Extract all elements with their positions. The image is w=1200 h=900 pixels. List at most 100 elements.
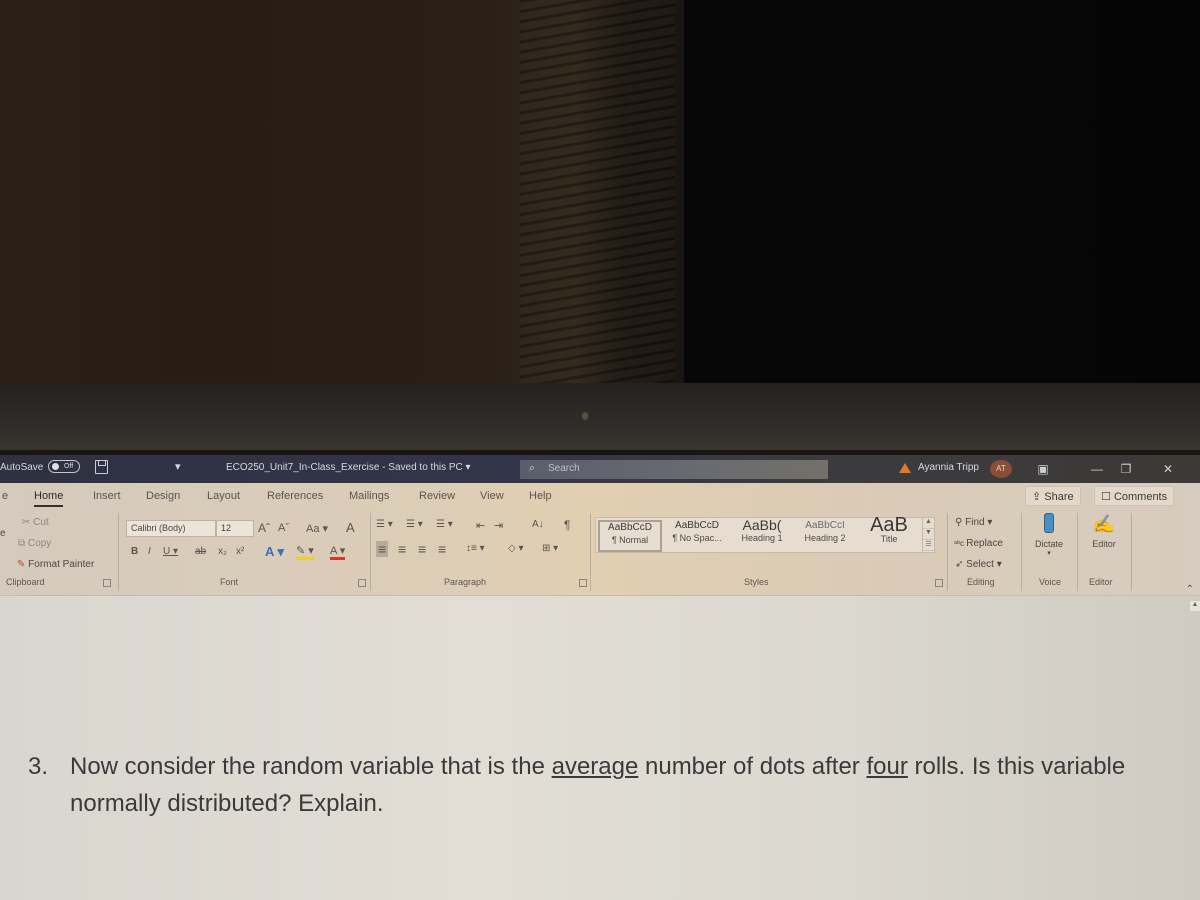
cursor-icon: ➶ (955, 559, 967, 570)
increase-indent-button[interactable]: ⇥ (494, 519, 503, 532)
clear-formatting-button[interactable]: A (346, 520, 355, 535)
superscript-button[interactable]: x² (236, 546, 244, 557)
divider (1077, 513, 1078, 591)
voice-group: Dictate ▾ Voice (1023, 511, 1077, 595)
clipboard-label: Clipboard (6, 577, 45, 587)
sort-button[interactable]: A↓ (532, 519, 544, 530)
tab-file[interactable]: e (2, 490, 8, 502)
text-effects-button[interactable]: A ▾ (265, 544, 284, 560)
shrink-font-button[interactable]: Aˇ (278, 522, 289, 534)
font-name-select[interactable]: Calibri (Body) (126, 520, 216, 537)
clipboard-launcher-icon[interactable] (103, 579, 111, 587)
multilevel-list-button[interactable]: ☰ ▾ (436, 519, 453, 530)
font-color-button[interactable]: A ▾ (330, 544, 346, 560)
minimize-button[interactable]: — (1085, 459, 1109, 479)
restore-button[interactable]: ❐ (1114, 459, 1138, 479)
gallery-scrollbar[interactable]: ▲ ▼ ☰ (922, 518, 934, 552)
show-formatting-marks-button[interactable]: ¶ (564, 518, 570, 532)
tab-insert[interactable]: Insert (93, 490, 121, 502)
webcam (582, 412, 588, 420)
borders-button[interactable]: ⊞ ▾ (542, 543, 558, 554)
divider (118, 513, 119, 591)
paste-button-partial[interactable]: e (0, 528, 6, 539)
user-name[interactable]: Ayannia Tripp (918, 462, 979, 473)
search-icon: ⌕ (529, 462, 536, 474)
window-blinds (520, 0, 675, 385)
comments-button[interactable]: ☐ Comments (1094, 486, 1175, 506)
editor-group: ✍ Editor Editor (1079, 511, 1131, 595)
bullets-button[interactable]: ☰ ▾ (376, 519, 393, 530)
editor-pen-icon: ✍ (1092, 514, 1116, 534)
center-button[interactable]: ≡ (398, 541, 406, 557)
close-button[interactable]: ✕ (1156, 459, 1180, 479)
shading-button[interactable]: ◇ ▾ (508, 543, 524, 554)
underline-button[interactable]: U ▾ (163, 546, 178, 557)
grow-font-button[interactable]: Aˆ (258, 521, 270, 535)
style-no-spacing[interactable]: AaBbCcD ¶ No Spac... (664, 520, 730, 552)
scroll-up-arrow-icon[interactable]: ▲ (1190, 601, 1200, 611)
font-launcher-icon[interactable] (358, 579, 366, 587)
tab-view[interactable]: View (480, 490, 504, 502)
scissors-icon: ✂ (22, 517, 34, 528)
tab-mailings[interactable]: Mailings (349, 490, 389, 502)
question-text-2: number of dots after (638, 753, 867, 780)
gallery-more-icon[interactable]: ☰ (923, 540, 934, 551)
divider (1021, 513, 1022, 591)
line-spacing-button[interactable]: ↕≡ ▾ (466, 543, 485, 554)
collapse-ribbon-icon[interactable]: ⌃ (1186, 584, 1194, 595)
gallery-up-arrow-icon[interactable]: ▲ (923, 518, 934, 529)
gallery-down-arrow-icon[interactable]: ▼ (923, 529, 934, 540)
underlined-word-four: four (866, 753, 908, 780)
style-heading-1[interactable]: AaBb( Heading 1 (730, 517, 794, 552)
highlight-color-button[interactable]: ✎ ▾ (296, 544, 314, 560)
warning-icon[interactable] (899, 463, 911, 473)
customize-qat-button[interactable]: ▾ (175, 460, 181, 473)
bold-button[interactable]: B (131, 546, 138, 557)
format-painter-button[interactable]: ✎ Format Painter (17, 559, 94, 570)
share-button[interactable]: ⇪ Share (1025, 486, 1081, 506)
divider (1131, 513, 1132, 591)
select-button[interactable]: ➶ Select ▾ (955, 559, 1002, 570)
ribbon-display-options-icon[interactable]: ▣ (1031, 459, 1055, 479)
justify-button[interactable]: ≡ (438, 541, 446, 557)
decrease-indent-button[interactable]: ⇤ (476, 519, 485, 532)
numbering-button[interactable]: ☰ ▾ (406, 519, 423, 530)
microphone-icon (1044, 513, 1054, 533)
tab-help[interactable]: Help (529, 490, 552, 502)
font-size-select[interactable]: 12 (216, 520, 254, 537)
replace-button[interactable]: ᵃᵇc Replace (954, 538, 1003, 549)
find-button[interactable]: ⚲ Find ▾ (955, 517, 992, 528)
subscript-button[interactable]: x₂ (218, 546, 227, 557)
styles-launcher-icon[interactable] (935, 579, 943, 587)
document-area[interactable]: ⌃ ▲ 3. Now consider the random variable … (0, 584, 1200, 900)
style-heading-2[interactable]: AaBbCcI Heading 2 (794, 520, 856, 552)
search-input[interactable]: ⌕ Search (520, 460, 828, 479)
editor-button[interactable]: ✍ Editor (1083, 513, 1125, 567)
document-title[interactable]: ECO250_Unit7_In-Class_Exercise - Saved t… (226, 462, 471, 473)
change-case-button[interactable]: Aa ▾ (306, 522, 328, 535)
question-paragraph: 3. Now consider the random variable that… (28, 748, 1148, 822)
dictate-button[interactable]: Dictate ▾ (1027, 513, 1071, 567)
tab-home[interactable]: Home (34, 490, 64, 507)
italic-button[interactable]: I (148, 546, 151, 557)
autosave-toggle[interactable]: Off (48, 460, 80, 473)
replace-icon: ᵃᵇc (954, 539, 967, 548)
tab-references[interactable]: References (267, 490, 323, 502)
styles-group: AaBbCcD ¶ Normal AaBbCcD ¶ No Spac... Aa… (592, 483, 947, 587)
align-left-button[interactable]: ≡ (376, 541, 389, 557)
strikethrough-button[interactable]: ab (195, 546, 206, 557)
save-icon[interactable] (95, 460, 108, 474)
voice-label: Voice (1039, 577, 1062, 587)
tab-design[interactable]: Design (146, 490, 180, 502)
avatar[interactable]: AT (990, 460, 1012, 478)
style-title[interactable]: AaB Title (858, 514, 920, 552)
font-group: Calibri (Body) 12 Aˆ Aˇ Aa ▾ A B I U ▾ a… (120, 511, 370, 595)
tab-layout[interactable]: Layout (207, 490, 240, 502)
paragraph-launcher-icon[interactable] (579, 579, 587, 587)
align-right-button[interactable]: ≡ (418, 541, 426, 557)
style-normal[interactable]: AaBbCcD ¶ Normal (598, 520, 662, 552)
paragraph-group: ☰ ▾ ☰ ▾ ☰ ▾ ⇤ ⇥ A↓ ¶ ≡ ≡ ≡ ≡ ↕≡ ▾ ◇ ▾ ⊞ … (372, 511, 590, 595)
cut-button[interactable]: ✂ Cut (22, 517, 49, 528)
tab-review[interactable]: Review (419, 490, 455, 502)
copy-button[interactable]: ⧉ Copy (18, 538, 51, 549)
